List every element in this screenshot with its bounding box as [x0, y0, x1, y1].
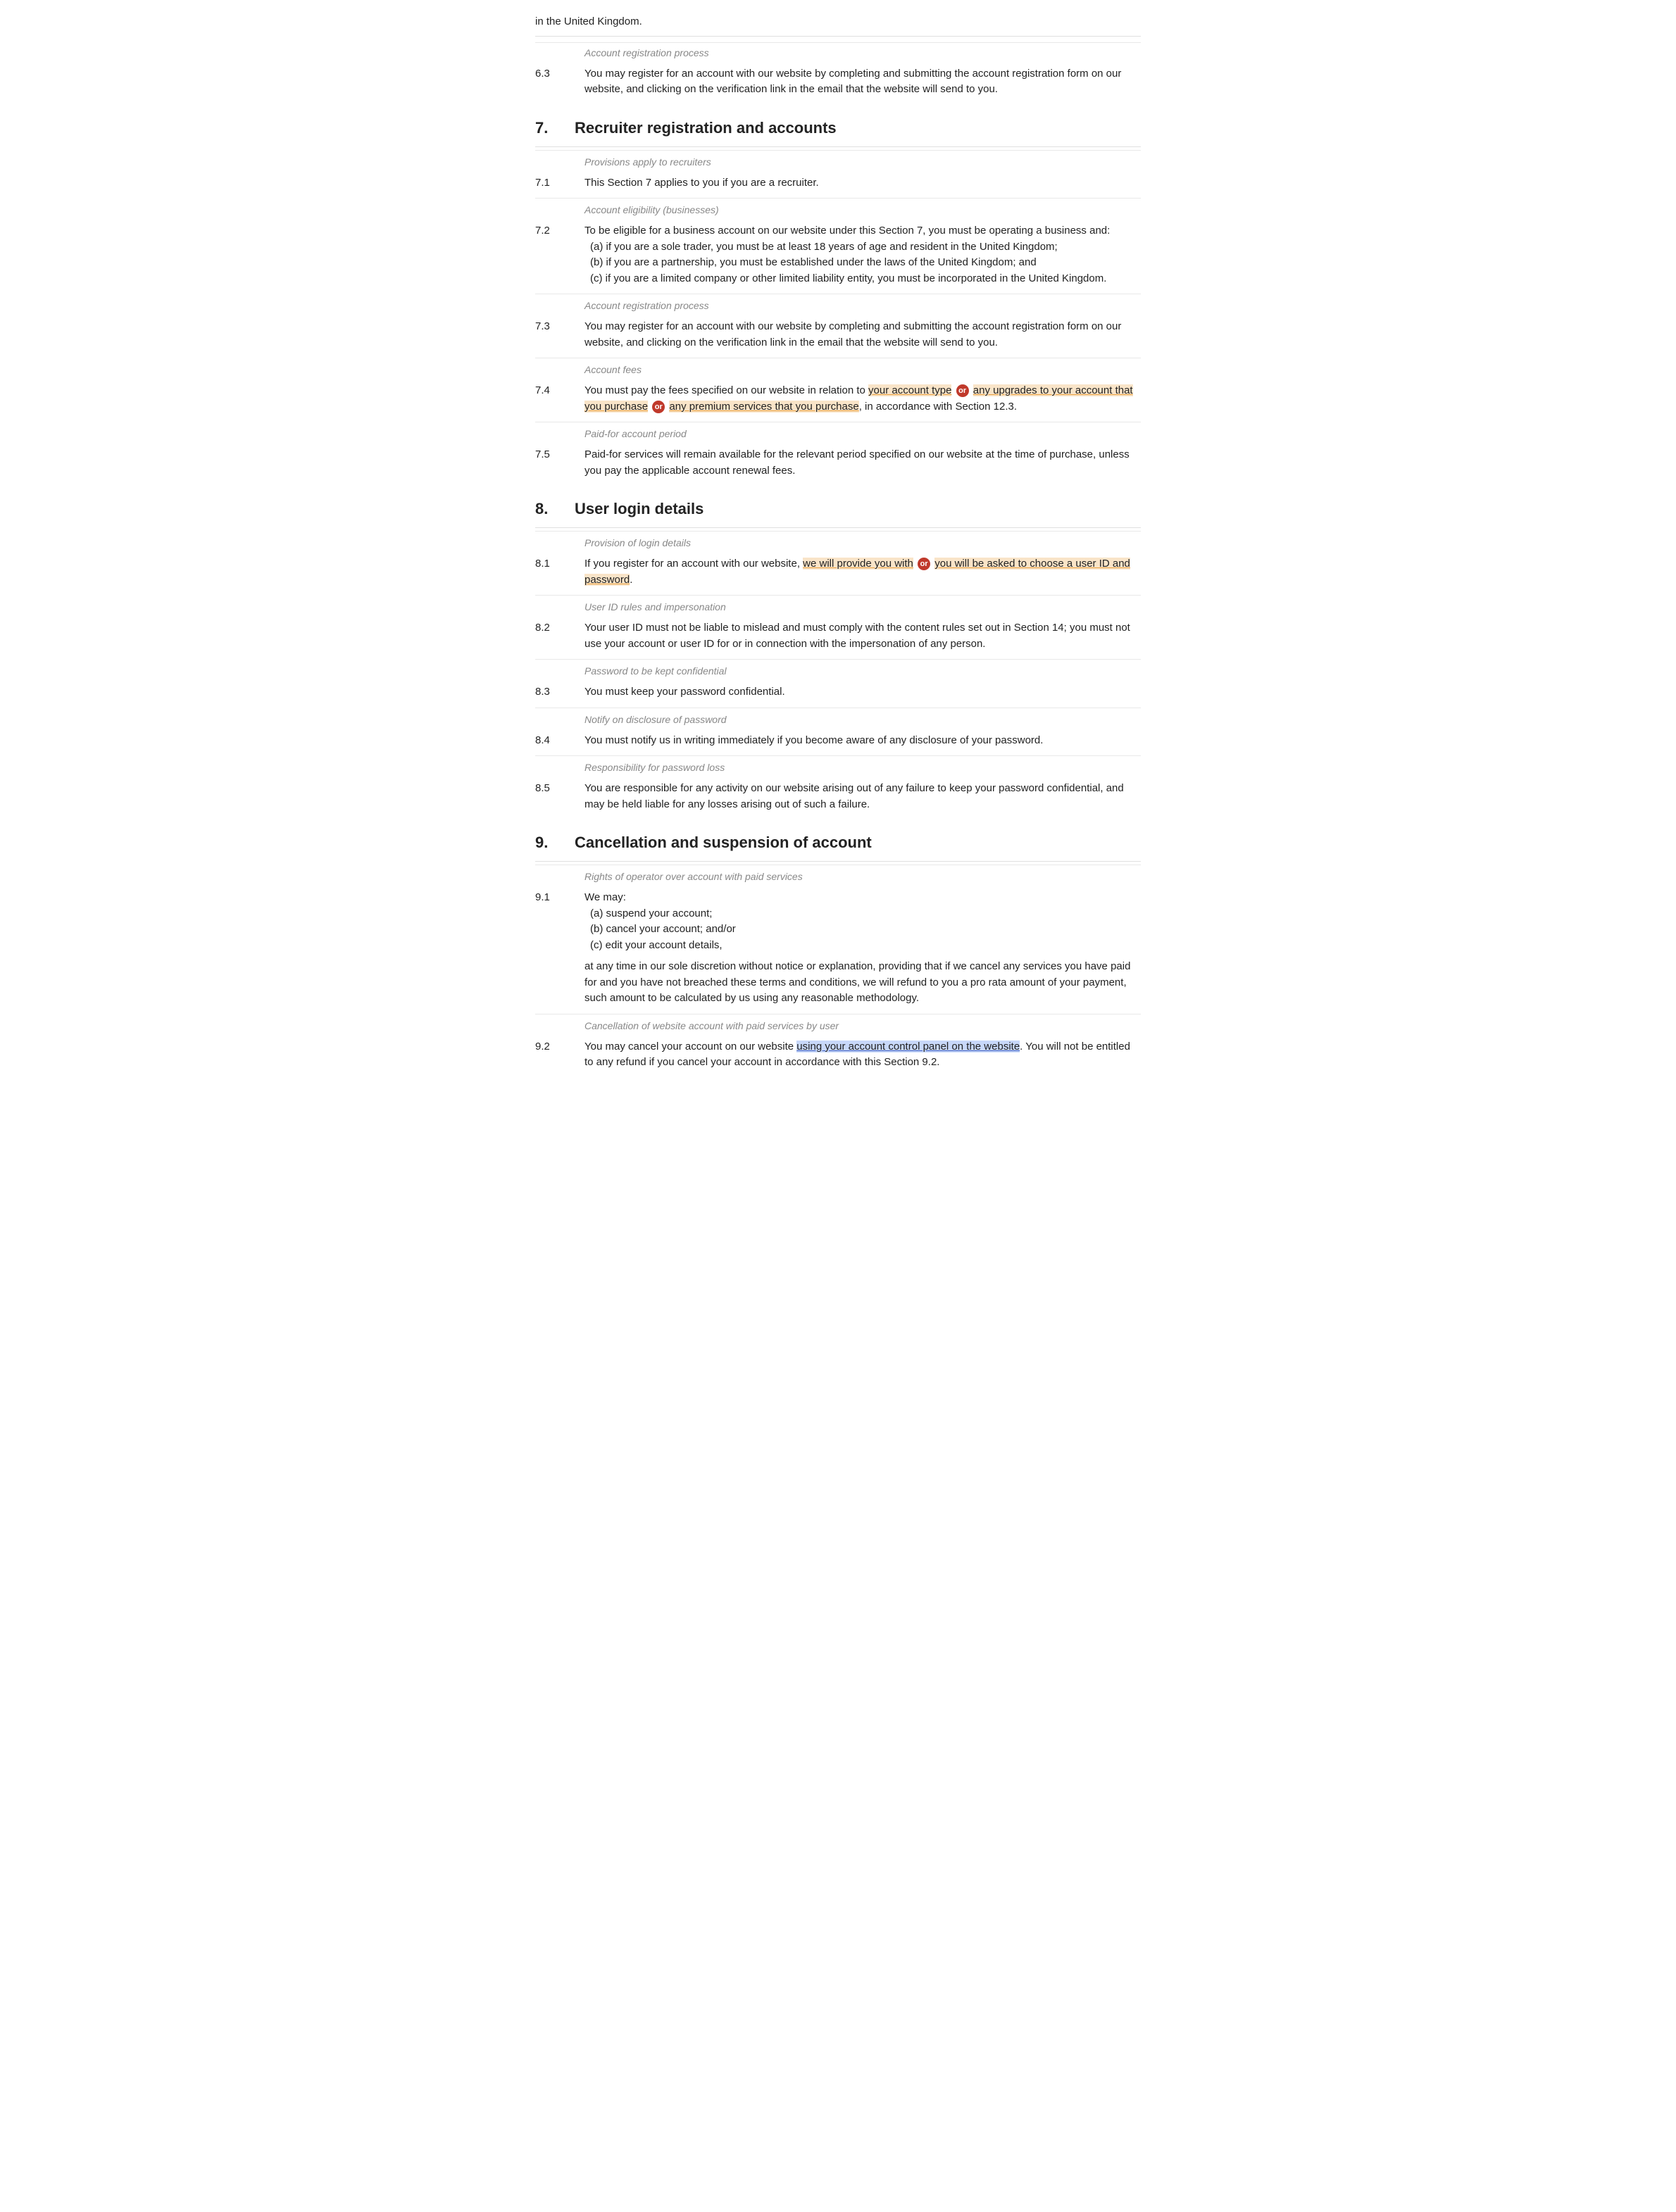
subheading-paid: Paid-for account period [535, 422, 1141, 443]
item-75-text: Paid-for services will remain available … [584, 443, 1141, 483]
item-81-text-before: If you register for an account with our … [584, 558, 803, 570]
subheading-provision-login: Provision of login details [535, 531, 1141, 552]
item-84-number: 8.4 [535, 729, 584, 753]
item-72: 7.2 To be eligible for a business accoun… [535, 219, 1141, 291]
item-85-text: You are responsible for any activity on … [584, 777, 1141, 817]
item-63: 6.3 You may register for an account with… [535, 62, 1141, 102]
item-91-content: We may: (a) suspend your account; (b) ca… [584, 886, 1141, 1011]
item-91-continuation: at any time in our sole discretion witho… [584, 959, 1141, 1007]
item-91-c: (c) edit your account details, [590, 938, 1141, 954]
item-72-number: 7.2 [535, 219, 584, 291]
item-85-number: 8.5 [535, 777, 584, 817]
item-72-a: (a) if you are a sole trader, you must b… [590, 239, 1141, 256]
item-84-text: You must notify us in writing immediatel… [584, 729, 1141, 753]
subheading-notify: Notify on disclosure of password [535, 708, 1141, 729]
subheading-cancellation: Cancellation of website account with pai… [535, 1014, 1141, 1035]
top-text: in the United Kingdom. [535, 15, 642, 27]
item-84: 8.4 You must notify us in writing immedi… [535, 729, 1141, 753]
item-85: 8.5 You are responsible for any activity… [535, 777, 1141, 817]
section8-title: User login details [575, 497, 703, 520]
item-81-number: 8.1 [535, 552, 584, 592]
subheading-fees: Account fees [535, 358, 1141, 379]
item-63-number: 6.3 [535, 62, 584, 102]
item-74-text-after: , in accordance with Section 12.3. [859, 401, 1017, 413]
item-74-content: You must pay the fees specified on our w… [584, 379, 1141, 419]
item-81-highlight1: we will provide you with [803, 558, 913, 570]
item-74-number: 7.4 [535, 379, 584, 419]
item-92-number: 9.2 [535, 1035, 584, 1075]
section7-header: 7. Recruiter registration and accounts [535, 103, 1141, 147]
item-92-content: You may cancel your account on our websi… [584, 1035, 1141, 1075]
section8-header: 8. User login details [535, 484, 1141, 528]
item-73-number: 7.3 [535, 315, 584, 355]
subheading-63: Account registration process [535, 42, 1141, 62]
item-91-b: (b) cancel your account; and/or [590, 922, 1141, 938]
or-badge-1: or [956, 384, 969, 397]
item-63-text: You may register for an account with our… [584, 62, 1141, 102]
item-92: 9.2 You may cancel your account on our w… [535, 1035, 1141, 1075]
subheading-password-confidential: Password to be kept confidential [535, 659, 1141, 680]
section9-header: 9. Cancellation and suspension of accoun… [535, 818, 1141, 862]
item-72-b: (b) if you are a partnership, you must b… [590, 255, 1141, 271]
section9-title: Cancellation and suspension of account [575, 831, 872, 854]
top-note: in the United Kingdom. [535, 14, 1141, 37]
item-81-text-after: . [630, 574, 632, 586]
item-73-text: You may register for an account with our… [584, 315, 1141, 355]
or-badge-2: or [652, 401, 665, 413]
item-72-intro: To be eligible for a business account on… [584, 223, 1141, 239]
item-83-number: 8.3 [535, 680, 584, 705]
item-75-number: 7.5 [535, 443, 584, 483]
item-91-a: (a) suspend your account; [590, 906, 1141, 922]
item-92-highlight1: using your account control panel on the … [796, 1041, 1020, 1052]
item-74-highlight1: your account type [868, 384, 951, 396]
item-83-text: You must keep your password confidential… [584, 680, 1141, 705]
item-91: 9.1 We may: (a) suspend your account; (b… [535, 886, 1141, 1011]
item-81: 8.1 If you register for an account with … [535, 552, 1141, 592]
or-badge-81: or [918, 558, 930, 570]
item-82-number: 8.2 [535, 616, 584, 656]
item-83: 8.3 You must keep your password confiden… [535, 680, 1141, 705]
item-71-number: 7.1 [535, 171, 584, 196]
section7-title: Recruiter registration and accounts [575, 116, 837, 139]
item-81-content: If you register for an account with our … [584, 552, 1141, 592]
subheading-user-id: User ID rules and impersonation [535, 595, 1141, 616]
subheading-eligibility: Account eligibility (businesses) [535, 198, 1141, 219]
item-91-number: 9.1 [535, 886, 584, 1011]
item-73: 7.3 You may register for an account with… [535, 315, 1141, 355]
item-71: 7.1 This Section 7 applies to you if you… [535, 171, 1141, 196]
item-82: 8.2 Your user ID must not be liable to m… [535, 616, 1141, 656]
subheading-responsibility: Responsibility for password loss [535, 755, 1141, 777]
item-72-content: To be eligible for a business account on… [584, 219, 1141, 291]
item-71-text: This Section 7 applies to you if you are… [584, 171, 1141, 196]
item-82-text: Your user ID must not be liable to misle… [584, 616, 1141, 656]
subheading-provisions: Provisions apply to recruiters [535, 150, 1141, 171]
item-74: 7.4 You must pay the fees specified on o… [535, 379, 1141, 419]
section8-number: 8. [535, 497, 563, 520]
item-75: 7.5 Paid-for services will remain availa… [535, 443, 1141, 483]
item-72-c: (c) if you are a limited company or othe… [590, 271, 1141, 287]
section9-number: 9. [535, 831, 563, 854]
section7-number: 7. [535, 116, 563, 139]
item-91-intro: We may: [584, 890, 1141, 906]
subheading-rights: Rights of operator over account with pai… [535, 865, 1141, 886]
subheading-registration-73: Account registration process [535, 294, 1141, 315]
item-74-text-before: You must pay the fees specified on our w… [584, 384, 868, 396]
item-92-text-before: You may cancel your account on our websi… [584, 1041, 796, 1052]
item-74-highlight3: any premium services that you purchase [669, 401, 858, 413]
